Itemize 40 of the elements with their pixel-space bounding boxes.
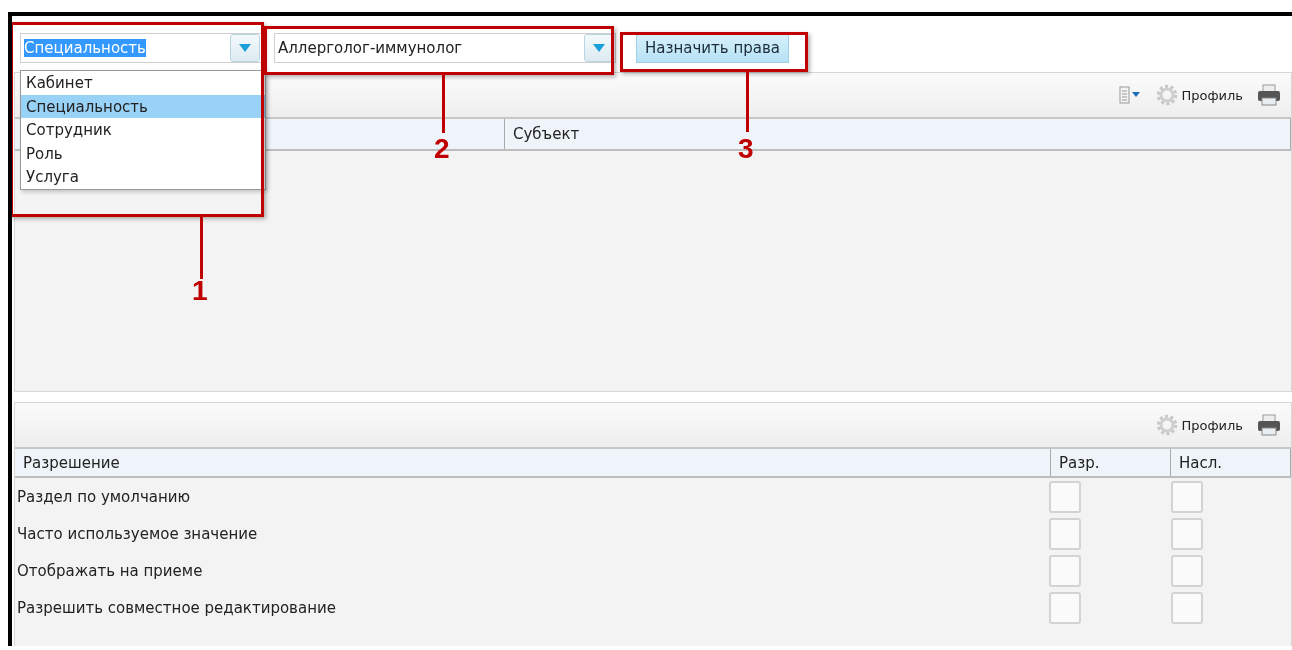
checkbox[interactable] [1049, 554, 1081, 587]
gear-icon [1155, 83, 1180, 107]
column-header[interactable]: Разрешение [15, 449, 1051, 476]
callout-number: 3 [738, 134, 754, 164]
checkbox[interactable] [1049, 517, 1081, 550]
permission-label: Разрешить совместное редактирование [16, 598, 337, 617]
checkbox[interactable] [1171, 480, 1203, 513]
checkbox[interactable] [1049, 480, 1081, 513]
printer-icon[interactable] [1257, 414, 1281, 436]
permission-label: Часто используемое значение [16, 524, 259, 543]
caret-icon [593, 44, 605, 52]
dropdown-option[interactable]: Сотрудник [21, 118, 265, 142]
checkbox[interactable] [1171, 554, 1203, 587]
dropdown-value: Специальность [24, 39, 147, 57]
dropdown-value: Аллерголог-иммунолог [278, 39, 464, 57]
profile-button[interactable]: Профиль [1155, 413, 1243, 437]
dropdown-option[interactable]: Услуга [21, 165, 265, 189]
assign-rights-button[interactable]: Назначить права [636, 33, 789, 63]
checkbox[interactable] [1049, 591, 1081, 624]
leader-line [200, 217, 203, 279]
leader-line [442, 75, 445, 133]
caret-icon [239, 44, 251, 52]
dropdown-option[interactable]: Специальность [21, 94, 265, 118]
permission-label: Отображать на приеме [16, 561, 204, 580]
columns-menu-icon[interactable] [1119, 86, 1142, 104]
checkbox[interactable] [1171, 591, 1203, 624]
dropdown-option[interactable]: Роль [21, 141, 265, 165]
dropdown-arrow-button[interactable] [230, 34, 260, 62]
checkbox[interactable] [1171, 517, 1203, 550]
printer-icon[interactable] [1257, 84, 1281, 106]
column-header[interactable]: Разр. [1051, 449, 1171, 476]
profile-button[interactable]: Профиль [1155, 83, 1243, 107]
dropdown-option[interactable]: Кабинет [21, 71, 265, 95]
gear-icon [1155, 413, 1180, 437]
callout-number: 2 [434, 134, 450, 164]
leader-line [746, 72, 749, 132]
subject-dropdown[interactable]: Аллерголог-иммунолог [274, 33, 616, 63]
permission-label: Раздел по умолчанию [16, 487, 192, 506]
callout-number: 1 [192, 276, 208, 306]
column-header[interactable]: Насл. [1171, 449, 1291, 476]
